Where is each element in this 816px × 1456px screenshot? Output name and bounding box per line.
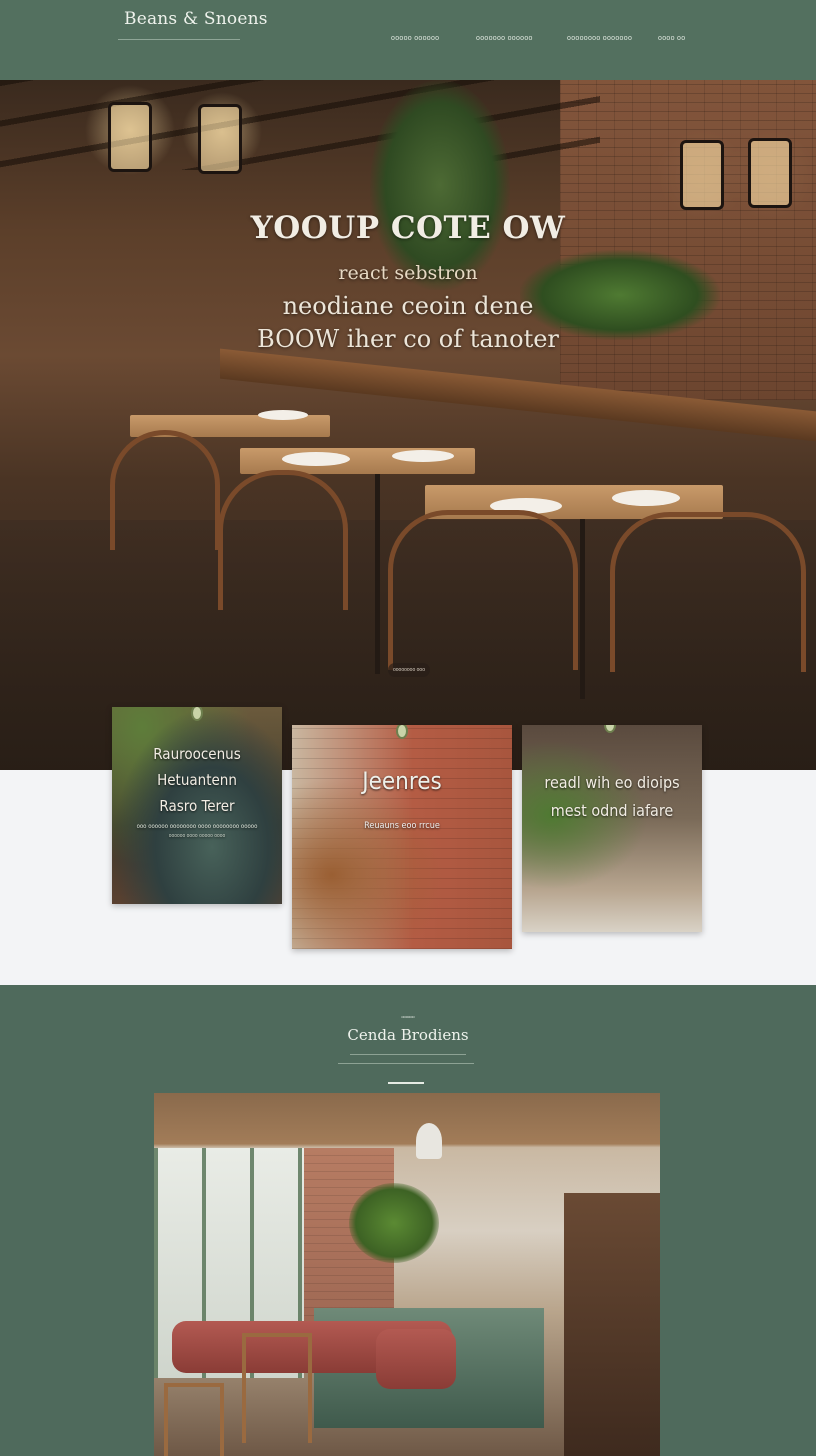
- nav-link-2[interactable]: ooooooo oooooo: [476, 35, 533, 42]
- site-header: Beans & Snoens ooooo oooooo ooooooo oooo…: [0, 0, 816, 80]
- section-title: Cenda Brodiens: [347, 1026, 469, 1044]
- interior-hanging-plant: [349, 1183, 439, 1263]
- wooden-chair: [388, 510, 578, 670]
- map-pin-icon: [396, 725, 408, 739]
- feature-card-3[interactable]: readl wih eo dioips mest odnd iafare: [522, 725, 702, 932]
- interior-photo: [154, 1093, 660, 1456]
- pendant-lamp: [198, 104, 242, 174]
- card-1-line-1: Rauroocenus: [153, 745, 241, 763]
- brand-logo-text[interactable]: Beans & Snoens: [124, 9, 268, 29]
- interior-pendant-lamp: [416, 1123, 442, 1159]
- pendant-lamp: [108, 102, 152, 172]
- interior-shelf: [564, 1193, 660, 1456]
- nav-link-3[interactable]: oooooooo ooooooo: [567, 35, 632, 42]
- card-1-small-1: ooo oooooo oooooooo oooo oooooooo ooooo: [136, 823, 258, 830]
- table-leg: [580, 519, 585, 699]
- wooden-chair: [610, 512, 806, 672]
- hero-title: YOOUP COTE OW: [250, 210, 566, 246]
- interior-chair: [164, 1383, 224, 1456]
- pendant-lamp: [680, 140, 724, 210]
- section-divider: [350, 1054, 466, 1055]
- hero-ceiling-beams: [0, 80, 600, 170]
- wooden-chair: [110, 430, 220, 550]
- plate: [282, 452, 350, 466]
- pendant-lamp: [748, 138, 792, 208]
- plate: [392, 450, 454, 462]
- card-3-line-2: mest odnd iafare: [550, 801, 674, 820]
- hero-cta-pill[interactable]: oooooooo ooo: [388, 663, 430, 677]
- card-1-line-3: Rasro Terer: [159, 797, 235, 815]
- hero-subtitle-2: neodiane ceoin dene: [282, 292, 534, 320]
- wooden-chair: [218, 470, 348, 610]
- plate: [258, 410, 308, 420]
- feature-card-2[interactable]: Jeenres Reuauns eoo rrcue: [292, 725, 512, 949]
- card-1-line-2: Hetuantenn: [157, 771, 237, 789]
- map-pin-icon: [604, 725, 616, 733]
- feature-card-1[interactable]: Rauroocenus Hetuantenn Rasro Terer ooo o…: [112, 707, 282, 904]
- interior-bench: [376, 1329, 456, 1389]
- card-2-caption: Reuauns eoo rrcue: [364, 821, 440, 831]
- section-kicker: oooooo: [401, 1014, 415, 1019]
- plate: [612, 490, 680, 506]
- card-3-line-1: readl wih eo dioips: [544, 773, 680, 792]
- card-1-small-2: oooooo oooo ooooo oooo: [168, 833, 226, 839]
- hero-hanging-plant: [370, 80, 510, 290]
- table-leg: [375, 474, 380, 674]
- hero-section: YOOUP COTE OW react sebstron neodiane ce…: [0, 80, 816, 770]
- hero-subtitle-1: react sebstron: [338, 262, 478, 284]
- section-divider: [338, 1063, 474, 1064]
- card-2-title: Jeenres: [362, 767, 442, 795]
- nav-link-1[interactable]: ooooo oooooo: [391, 35, 439, 42]
- interior-chair: [242, 1333, 312, 1443]
- map-pin-icon: [191, 707, 203, 721]
- main-nav: ooooo oooooo ooooooo oooooo oooooooo ooo…: [0, 35, 816, 47]
- nav-link-4[interactable]: oooo oo: [658, 35, 685, 42]
- section-accent-bar: [388, 1082, 424, 1084]
- hero-subtitle-3: BOOW iher co of tanoter: [257, 325, 559, 353]
